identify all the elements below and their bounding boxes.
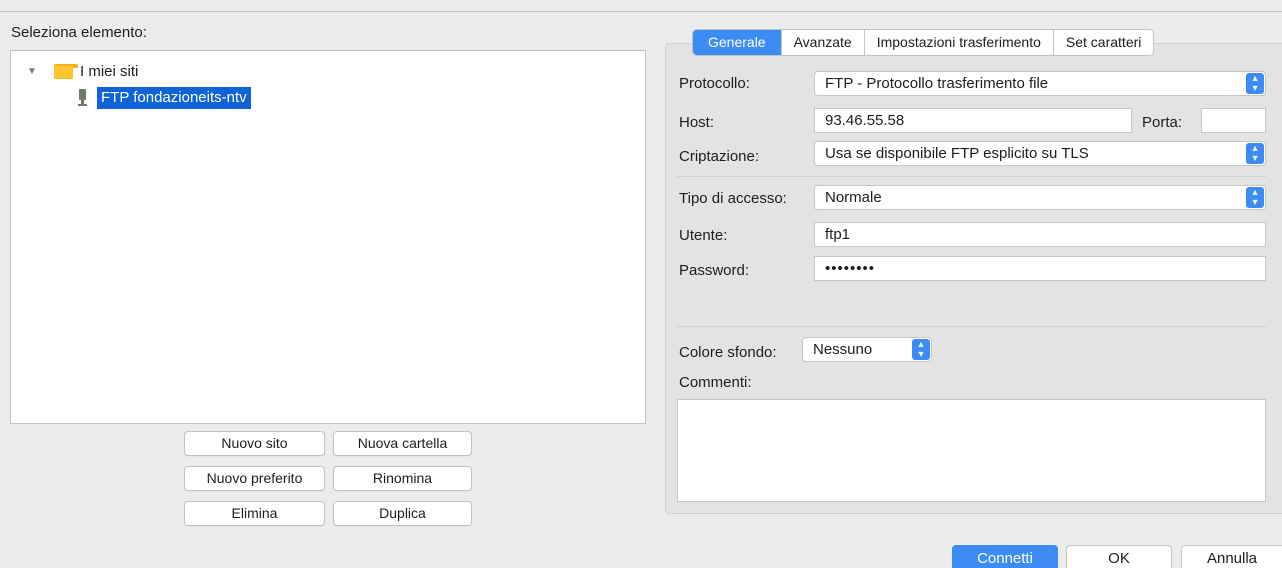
tree-item-label: I miei siti <box>80 62 139 80</box>
encryption-select[interactable]: Usa se disponibile FTP esplicito su TLS … <box>814 141 1266 166</box>
tree-item-label-selected: FTP fondazioneits-ntv <box>97 87 251 109</box>
tab-advanced[interactable]: Avanzate <box>780 30 864 55</box>
tab-transfer-settings[interactable]: Impostazioni trasferimento <box>863 30 1053 55</box>
encryption-value: Usa se disponibile FTP esplicito su TLS <box>825 145 1089 162</box>
bg-color-select[interactable]: Nessuno ▴ ▾ <box>802 337 932 362</box>
protocol-label: Protocollo: <box>679 75 750 92</box>
connect-button[interactable]: Connetti <box>952 545 1058 568</box>
cancel-button[interactable]: Annulla <box>1181 545 1282 568</box>
duplicate-button[interactable]: Duplica <box>333 501 472 526</box>
password-input[interactable]: •••••••• <box>814 256 1266 281</box>
protocol-select[interactable]: FTP - Protocollo trasferimento file ▴ ▾ <box>814 71 1266 96</box>
select-chevrons-icon: ▴ ▾ <box>1246 187 1264 208</box>
folder-icon <box>54 63 78 79</box>
window-top-border <box>0 11 1282 12</box>
new-folder-button[interactable]: Nuova cartella <box>333 431 472 456</box>
tree-item-ftp-site[interactable]: FTP fondazioneits-ntv <box>77 87 251 109</box>
select-chevrons-icon: ▴ ▾ <box>1246 143 1264 164</box>
section-divider <box>677 176 1266 177</box>
encryption-label: Criptazione: <box>679 148 760 165</box>
site-tree[interactable]: ▼ I miei siti FTP fondazioneits-ntv <box>10 50 646 424</box>
delete-button[interactable]: Elimina <box>184 501 325 526</box>
ok-button[interactable]: OK <box>1066 545 1172 568</box>
server-icon <box>77 88 87 108</box>
host-input[interactable]: 93.46.55.58 <box>814 108 1132 133</box>
disclosure-triangle-icon[interactable]: ▼ <box>27 66 39 77</box>
user-input[interactable]: ftp1 <box>814 222 1266 247</box>
access-type-select[interactable]: Normale ▴ ▾ <box>814 185 1266 210</box>
settings-tabs: Generale Avanzate Impostazioni trasferim… <box>692 29 1155 56</box>
tab-charset[interactable]: Set caratteri <box>1052 30 1153 55</box>
tree-item-my-sites[interactable]: ▼ I miei siti <box>27 61 138 81</box>
section-divider <box>677 326 1266 327</box>
new-bookmark-button[interactable]: Nuovo preferito <box>184 466 325 491</box>
tab-general[interactable]: Generale <box>693 30 781 55</box>
password-label: Password: <box>679 262 750 279</box>
port-input[interactable] <box>1201 108 1266 133</box>
rename-button[interactable]: Rinomina <box>333 466 472 491</box>
comments-textarea[interactable] <box>677 399 1266 502</box>
select-element-label: Seleziona elemento: <box>11 24 147 41</box>
access-type-value: Normale <box>825 189 882 206</box>
protocol-value: FTP - Protocollo trasferimento file <box>825 75 1049 92</box>
host-label: Host: <box>679 114 715 131</box>
access-type-label: Tipo di accesso: <box>679 190 787 207</box>
port-label: Porta: <box>1142 114 1183 131</box>
bg-color-label: Colore sfondo: <box>679 344 777 361</box>
user-label: Utente: <box>679 227 728 244</box>
bg-color-value: Nessuno <box>813 341 873 358</box>
new-site-button[interactable]: Nuovo sito <box>184 431 325 456</box>
select-chevrons-icon: ▴ ▾ <box>1246 73 1264 94</box>
select-chevrons-icon: ▴ ▾ <box>912 339 930 360</box>
comments-label: Commenti: <box>679 374 752 391</box>
